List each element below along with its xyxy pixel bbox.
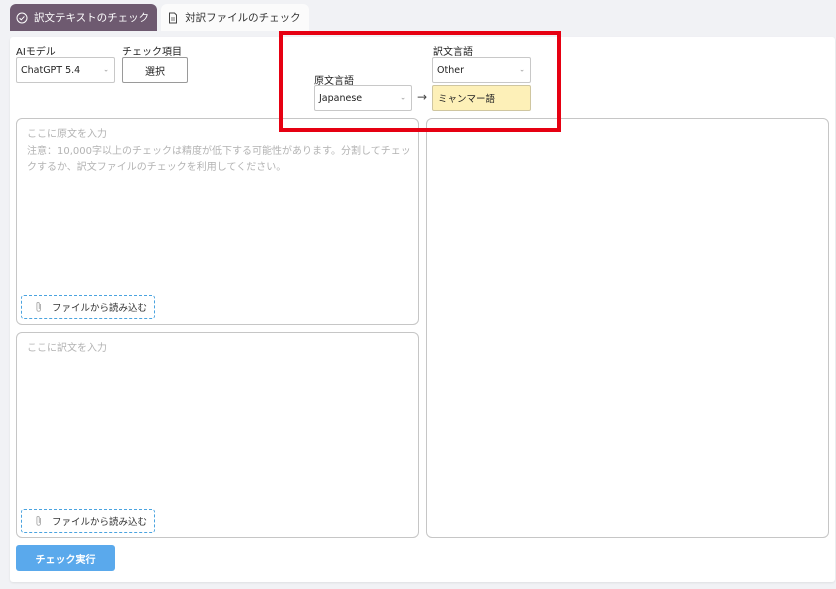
source-text-placeholder: ここに原文を入力 xyxy=(27,129,107,140)
ai-model-value: ChatGPT 5.4 xyxy=(21,64,81,76)
highlight-box xyxy=(279,31,561,132)
paperclip-icon xyxy=(36,302,41,312)
check-items-button[interactable]: 選択 xyxy=(122,57,188,83)
run-check-button[interactable]: チェック実行 xyxy=(16,545,115,571)
source-text-area[interactable]: ここに原文を入力 注意：10,000字以上のチェックは精度が低下する可能性があり… xyxy=(16,118,419,325)
tab-file-check[interactable]: 対訳ファイルのチェック xyxy=(161,4,309,31)
ai-model-select[interactable]: ChatGPT 5.4 ⌄ xyxy=(16,57,115,83)
paperclip-icon xyxy=(36,516,41,526)
tab-file-check-label: 対訳ファイルのチェック xyxy=(185,12,301,24)
result-area xyxy=(426,118,829,538)
target-text-placeholder: ここに訳文を入力 xyxy=(27,343,107,354)
tab-text-check[interactable]: 訳文テキストのチェック xyxy=(10,4,158,31)
target-text-area[interactable]: ここに訳文を入力 ファイルから読み込む xyxy=(16,332,419,538)
document-icon xyxy=(169,12,178,23)
source-file-load-button[interactable]: ファイルから読み込む xyxy=(21,295,155,319)
target-file-load-label: ファイルから読み込む xyxy=(52,517,148,528)
source-file-load-label: ファイルから読み込む xyxy=(52,303,148,314)
chevron-down-icon: ⌄ xyxy=(103,65,109,74)
check-items-label: チェック項目 xyxy=(122,47,182,58)
check-circle-icon xyxy=(16,12,28,23)
mode-tabs: 訳文テキストのチェック 対訳ファイルのチェック xyxy=(10,4,309,31)
target-file-load-button[interactable]: ファイルから読み込む xyxy=(21,509,155,533)
ai-model-label: AIモデル xyxy=(16,47,56,58)
source-text-note: 注意：10,000字以上のチェックは精度が低下する可能性があります。分割してチェ… xyxy=(27,146,411,173)
tab-text-check-label: 訳文テキストのチェック xyxy=(34,12,150,24)
